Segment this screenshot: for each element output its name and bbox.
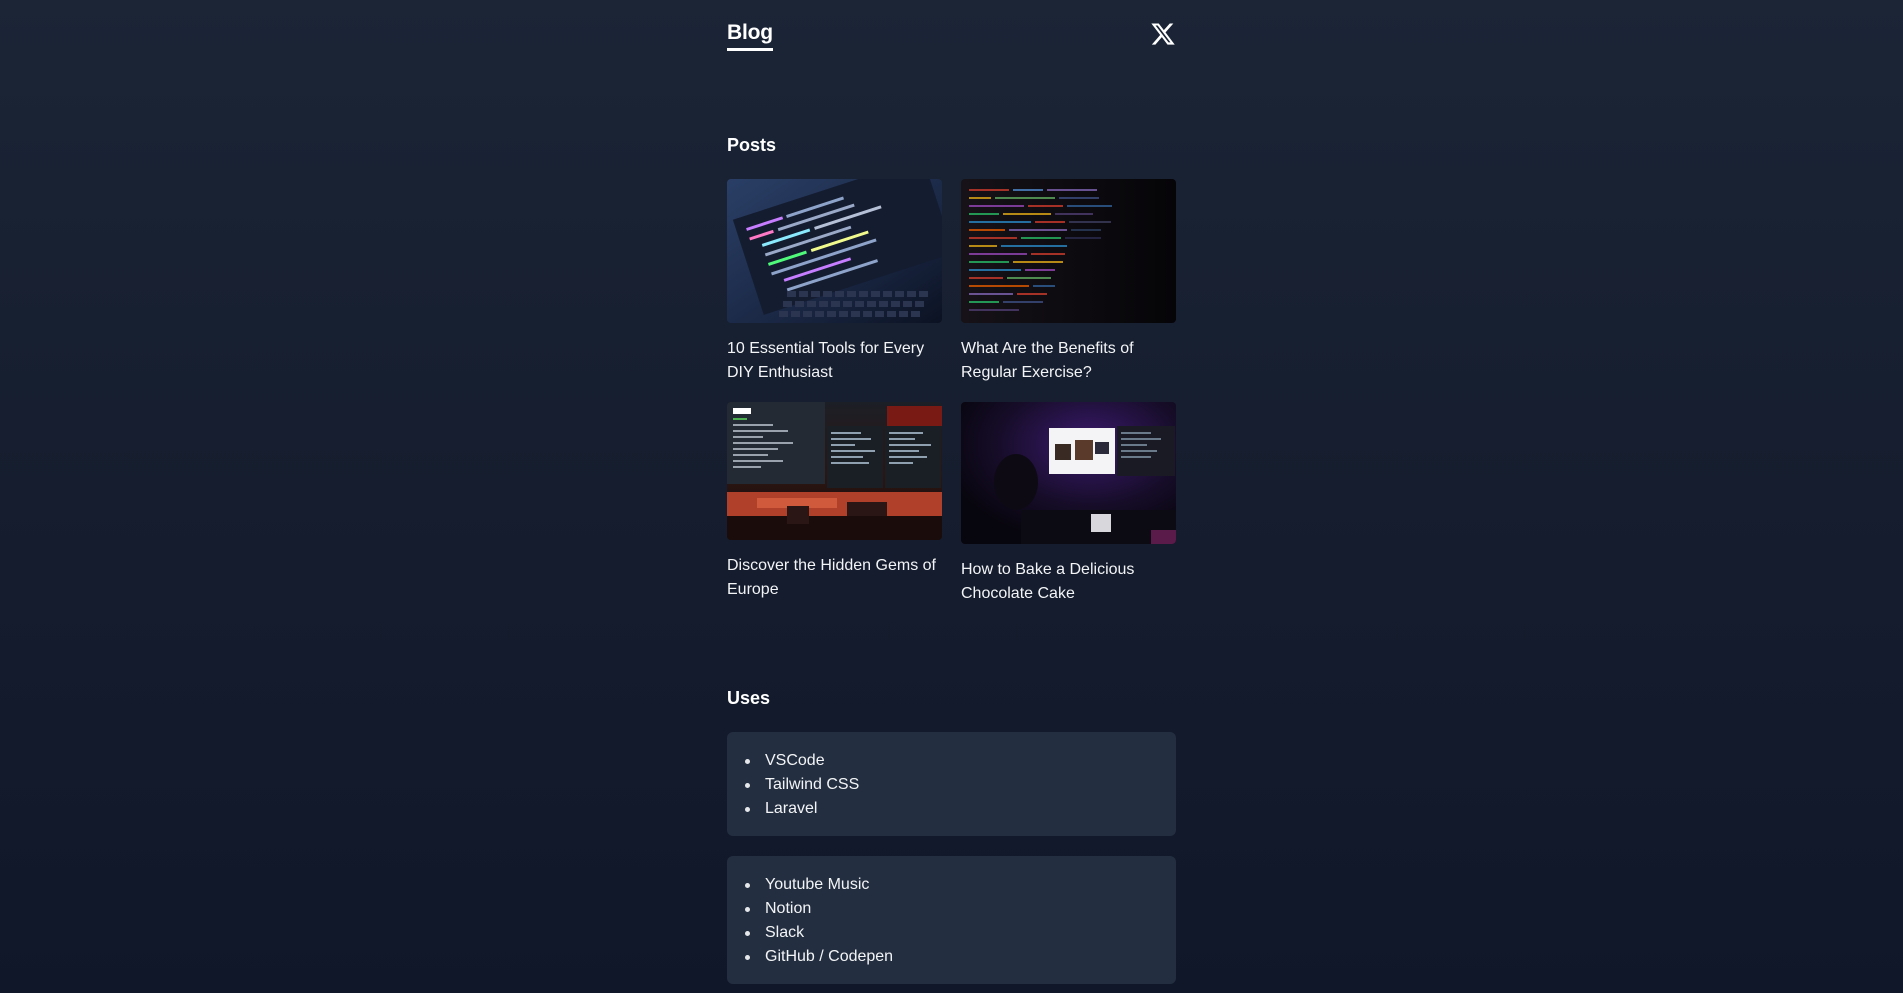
brand-link[interactable]: Blog [727,20,773,51]
uses-list-item: Notion [745,897,1176,921]
uses-group-apps: Youtube Music Notion Slack GitHub / Code… [727,856,1176,984]
uses-heading: Uses [727,688,771,708]
post-card[interactable]: What Are the Benefits of Regular Exercis… [961,179,1176,385]
post-title: What Are the Benefits of Regular Exercis… [961,340,1134,381]
uses-list: VSCode Tailwind CSS Laravel [745,749,1176,821]
uses-list-item: Youtube Music [745,873,1176,897]
uses-list-item: Tailwind CSS [745,773,1176,797]
code-screen-photo [961,179,1176,323]
post-thumbnail [961,402,1176,544]
uses-group-tools: VSCode Tailwind CSS Laravel [727,732,1176,836]
post-card[interactable]: Discover the Hidden Gems of Europe [727,402,942,602]
post-thumbnail [727,402,942,540]
uses-list-item: VSCode [745,749,1176,773]
laptop-code-photo [727,179,942,323]
page: Blog Posts 10 Essential Tools for Every … [727,0,1176,993]
uses-list: Youtube Music Notion Slack GitHub / Code… [745,873,1176,969]
post-thumbnail [961,179,1176,323]
dark-room-desk-photo [961,402,1176,544]
x-logo-icon [1151,23,1175,45]
post-title: How to Bake a Delicious Chocolate Cake [961,561,1135,602]
uses-list-item: Laravel [745,797,1176,821]
x-social-link[interactable] [1150,21,1176,47]
uses-list-item: Slack [745,921,1176,945]
monitors-setup-photo [727,402,942,540]
post-title: 10 Essential Tools for Every DIY Enthusi… [727,340,925,381]
post-thumbnail [727,179,942,323]
site-header: Blog [727,18,1176,52]
post-title: Discover the Hidden Gems of Europe [727,557,936,598]
uses-list-item: GitHub / Codepen [745,945,1176,969]
post-card[interactable]: How to Bake a Delicious Chocolate Cake [961,402,1176,606]
posts-heading: Posts [727,135,777,155]
post-card[interactable]: 10 Essential Tools for Every DIY Enthusi… [727,179,942,385]
